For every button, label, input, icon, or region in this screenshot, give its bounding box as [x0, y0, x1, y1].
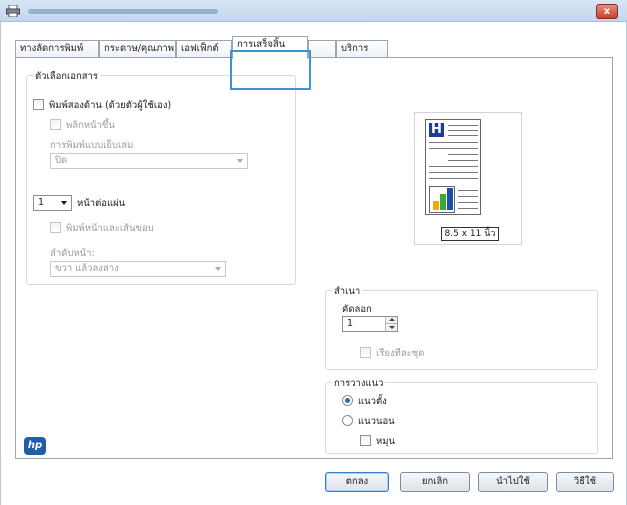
- preview-text-line: [429, 172, 478, 173]
- spin-down-icon[interactable]: [385, 324, 397, 331]
- preview-text-line: [429, 148, 478, 149]
- preview-text-line: [429, 166, 478, 167]
- flip-pages-label: พลิกหน้าขึ้น: [66, 120, 115, 131]
- help-button[interactable]: วิธีใช้: [556, 472, 614, 492]
- paper-size-label: 8.5 x 11 นิ้ว: [441, 227, 499, 241]
- hp-logo: hp: [24, 437, 46, 455]
- portrait-radio[interactable]: [342, 395, 353, 406]
- close-button[interactable]: x: [596, 4, 618, 19]
- rotate-checkbox[interactable]: [360, 435, 371, 446]
- collate-checkbox[interactable]: [360, 347, 371, 358]
- print-borders-checkbox[interactable]: [50, 222, 61, 233]
- chevron-down-icon: [215, 267, 221, 271]
- preview-text-line: [429, 178, 478, 179]
- preview-page: H: [425, 119, 481, 215]
- preview-text-line: [429, 142, 478, 143]
- preview-chart-bar: [440, 194, 446, 210]
- pages-per-sheet-value: 1: [38, 197, 45, 208]
- preview-text-line: [458, 202, 478, 203]
- preview-text-line: [448, 125, 478, 126]
- preview-text-line: [448, 160, 478, 161]
- dialog-body: ทางลัดการพิมพ์ กระดาษ/คุณภาพ เอฟเฟ็กต์ ก…: [0, 22, 627, 505]
- cancel-button[interactable]: ยกเลิก: [400, 472, 470, 492]
- preview-heading-glyph: H: [429, 123, 444, 137]
- tab-strip: ทางลัดการพิมพ์ กระดาษ/คุณภาพ เอฟเฟ็กต์ ก…: [15, 36, 615, 59]
- chevron-down-icon: [61, 201, 67, 205]
- tab-printing-shortcuts[interactable]: ทางลัดการพิมพ์: [15, 40, 99, 58]
- copies-title: สำเนา: [332, 284, 363, 299]
- tab-finishing[interactable]: การเสร็จสิ้น: [232, 36, 308, 59]
- pages-per-sheet-label: หน้าต่อแผ่น: [77, 198, 126, 209]
- apply-button[interactable]: นำไปใช้: [478, 472, 548, 492]
- landscape-label: แนวนอน: [358, 416, 395, 427]
- chevron-down-icon: [237, 159, 243, 163]
- portrait-label: แนวตั้ง: [358, 396, 387, 407]
- duplex-checkbox[interactable]: [33, 99, 44, 110]
- tab-effects[interactable]: เอฟเฟ็กต์: [176, 40, 232, 58]
- preview-chart-bar: [447, 188, 453, 210]
- booklet-select[interactable]: ปิด: [50, 153, 248, 169]
- duplex-label: พิมพ์สองด้าน (ด้วยตัวผู้ใช้เอง): [49, 100, 172, 111]
- pages-per-sheet-select[interactable]: 1: [33, 195, 72, 211]
- tab-services[interactable]: บริการ: [336, 40, 388, 58]
- booklet-label: การพิมพ์แบบเย็บเล่ม: [50, 140, 134, 151]
- preview-text-line: [458, 208, 478, 209]
- collate-label: เรียงทีละชุด: [376, 348, 425, 359]
- document-options-group: ตัวเลือกเอกสาร พิมพ์สองด้าน (ด้วยตัวผู้ใ…: [26, 69, 296, 285]
- title-bar: x: [0, 0, 627, 22]
- page-order-select-value: ขวา แล้วลงล่าง: [55, 263, 119, 274]
- preview-text-line: [448, 135, 478, 136]
- tab-paper-quality[interactable]: กระดาษ/คุณภาพ: [99, 40, 176, 58]
- printer-icon: [6, 5, 20, 17]
- copies-count-value: 1: [347, 318, 354, 329]
- print-borders-label: พิมพ์หน้าและเส้นขอบ: [66, 223, 154, 234]
- preview-text-line: [448, 130, 478, 131]
- finishing-panel: ตัวเลือกเอกสาร พิมพ์สองด้าน (ด้วยตัวผู้ใ…: [15, 57, 613, 459]
- booklet-select-value: ปิด: [55, 155, 68, 166]
- preview-chart-bar: [433, 201, 439, 210]
- landscape-radio[interactable]: [342, 415, 353, 426]
- tab-hidden[interactable]: [308, 40, 336, 58]
- preview-text-line: [458, 196, 478, 197]
- ok-button[interactable]: ตกลง: [325, 472, 389, 492]
- preview-chart-thumbnail: [429, 186, 455, 213]
- copies-count-label: คัดลอก: [342, 304, 372, 315]
- flip-pages-checkbox[interactable]: [50, 119, 61, 130]
- window-title-blurred: [28, 9, 218, 14]
- page-order-label: ลำดับหน้า:: [50, 248, 95, 259]
- document-options-title: ตัวเลือกเอกสาร: [33, 69, 100, 84]
- spin-up-icon[interactable]: [385, 317, 397, 324]
- rotate-label: หมุน: [376, 436, 396, 447]
- copies-count-stepper[interactable]: 1: [342, 316, 398, 332]
- orientation-title: การวางแนว: [332, 376, 386, 391]
- orientation-group: การวางแนว แนวตั้ง แนวนอน หมุน: [325, 376, 598, 454]
- page-preview: H 8.5 x 11 นิ้ว: [414, 112, 522, 245]
- page-order-select[interactable]: ขวา แล้วลงล่าง: [50, 261, 226, 277]
- copies-group: สำเนา คัดลอก 1 เรียงทีละชุด: [325, 284, 598, 370]
- preview-text-line: [448, 154, 478, 155]
- preview-text-line: [458, 190, 478, 191]
